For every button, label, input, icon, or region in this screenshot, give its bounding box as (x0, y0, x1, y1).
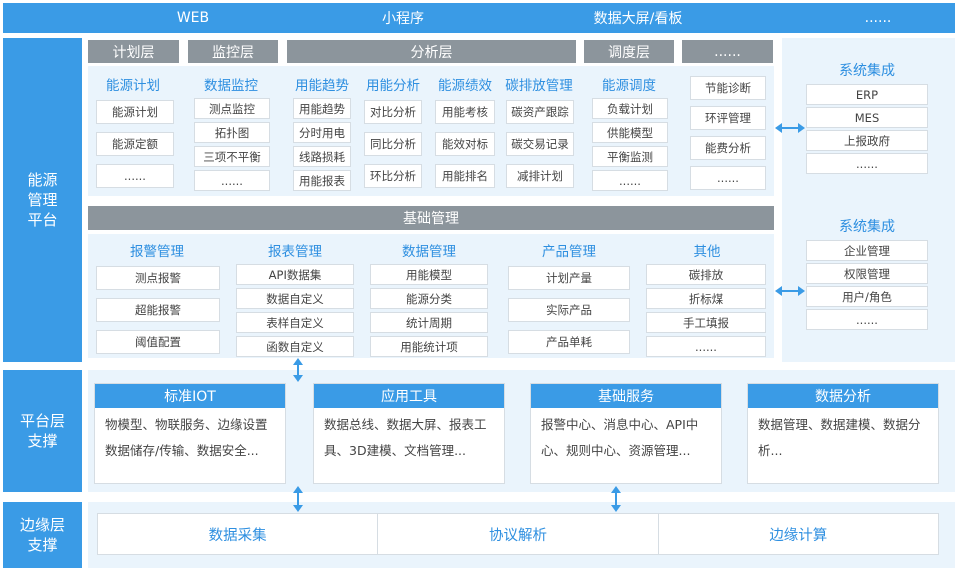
horizontal-arrow-bottom (775, 286, 805, 296)
arrows-layer (293, 123, 805, 512)
vertical-arrow-energy-platform (293, 358, 303, 382)
vertical-arrow-platform-edge-left (293, 486, 303, 512)
vertical-arrow-platform-edge-right (611, 486, 621, 512)
horizontal-arrow-top (775, 123, 805, 133)
